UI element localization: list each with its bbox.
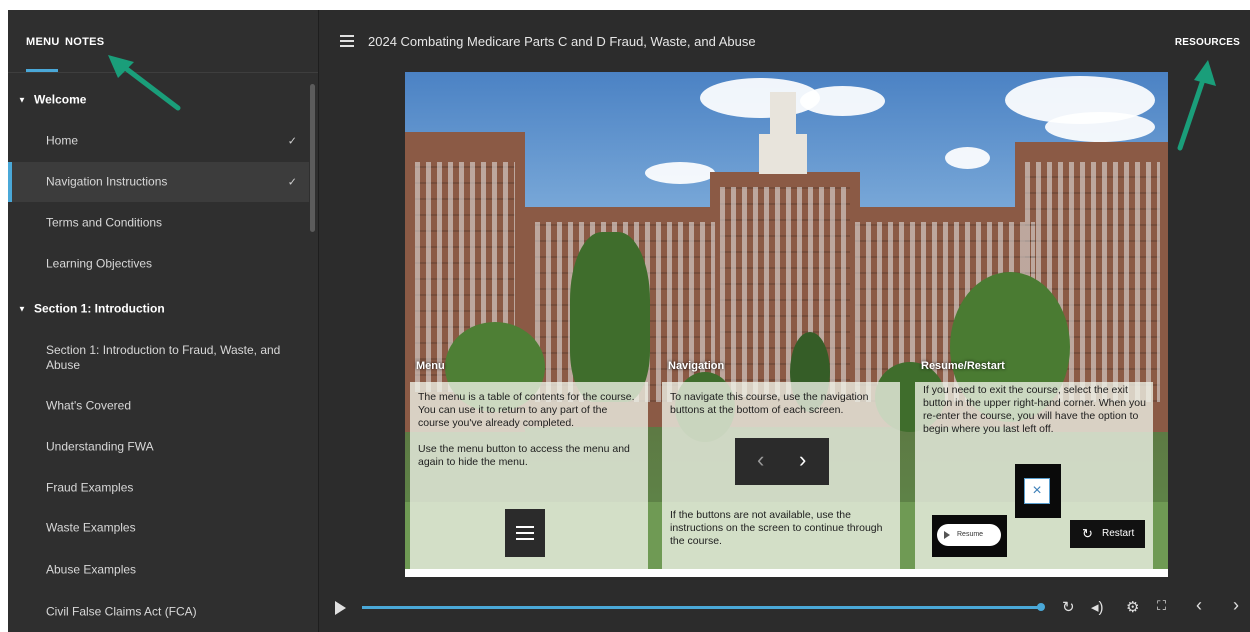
hamburger-menu-icon[interactable] <box>340 35 354 47</box>
menu-item-label: What's Covered <box>46 398 131 413</box>
resume-restart-info-panel: Resume/Restart If you need to exit the c… <box>915 360 1153 569</box>
menu-item-fraud-examples[interactable]: Fraud Examples <box>8 468 309 508</box>
panel-title: Resume/Restart <box>921 360 1005 372</box>
sidebar-scrollbar[interactable] <box>310 84 315 232</box>
menu-item-home[interactable]: Home ✓ <box>8 121 309 161</box>
menu-item-abuse-examples[interactable]: Abuse Examples <box>8 550 309 590</box>
resources-button[interactable]: RESOURCES <box>1175 37 1240 48</box>
menu-item-label: Home <box>46 133 79 148</box>
play-icon <box>944 531 950 539</box>
chevron-right-icon[interactable]: › <box>1233 595 1239 616</box>
restart-icon: ↻ <box>1082 526 1093 541</box>
menu-item-label: Section 1: Introduction to Fraud, Waste,… <box>46 343 281 372</box>
progress-knob[interactable] <box>1037 603 1045 611</box>
menu-item-intro-fwa[interactable]: Section 1: Introduction to Fraud, Waste,… <box>8 338 309 378</box>
resume-label: Resume <box>957 531 984 538</box>
menu-item-learning-objectives[interactable]: Learning Objectives <box>8 244 309 284</box>
panel-text: Use the menu button to access the menu a… <box>418 443 630 468</box>
panel-title: Navigation <box>668 360 725 372</box>
fullscreen-icon[interactable]: ⛶ <box>1157 598 1166 614</box>
exit-button-demo: × <box>1015 464 1061 518</box>
menu-item-waste-examples[interactable]: Waste Examples <box>8 508 309 548</box>
panel-title: Menu <box>416 360 445 372</box>
resume-button-demo: Resume <box>932 515 1007 557</box>
menu-item-label: Waste Examples <box>46 520 136 535</box>
active-item-indicator <box>8 162 12 202</box>
panel-text: If you need to exit the course, select t… <box>923 384 1146 435</box>
menu-item-navigation-instructions[interactable]: Navigation Instructions ✓ <box>8 162 309 202</box>
header: 2024 Combating Medicare Parts C and D Fr… <box>319 10 1250 72</box>
menu-item-label: Civil False Claims Act (FCA) <box>46 604 197 619</box>
menu-item-civil-fca[interactable]: Civil False Claims Act (FCA) <box>8 592 309 632</box>
menu-info-panel: Menu The menu is a table of contents for… <box>410 360 648 569</box>
tab-notes[interactable]: NOTES <box>65 36 104 48</box>
close-icon: × <box>1024 478 1050 504</box>
settings-gear-icon[interactable]: ⚙ <box>1126 598 1139 616</box>
menu-item-label: Understanding FWA <box>46 439 154 454</box>
checkmark-icon: ✓ <box>287 135 297 148</box>
panel-body: If you need to exit the course, select t… <box>915 382 1153 569</box>
panel-body: The menu is a table of contents for the … <box>410 382 648 569</box>
play-icon[interactable] <box>335 601 346 615</box>
resume-pill: Resume <box>937 524 1001 546</box>
course-title: 2024 Combating Medicare Parts C and D Fr… <box>368 34 756 49</box>
replay-icon[interactable]: ↻ <box>1062 598 1075 616</box>
panel-body: To navigate this course, use the navigat… <box>662 382 900 569</box>
menu-item-label: Fraud Examples <box>46 480 134 495</box>
menu-button-demo-icon <box>505 509 545 557</box>
panel-text: To navigate this course, use the navigat… <box>670 391 869 416</box>
annotation-arrow-resources <box>1177 60 1216 151</box>
menu-section-label: Section 1: Introduction <box>34 301 165 316</box>
menu-item-whats-covered[interactable]: What's Covered <box>8 386 309 426</box>
chevron-left-icon[interactable]: ‹ <box>1196 595 1202 616</box>
caret-down-icon: ▼ <box>18 95 26 105</box>
menu-section-introduction[interactable]: ▼ Section 1: Introduction <box>8 289 309 329</box>
menu-item-terms[interactable]: Terms and Conditions <box>8 203 309 243</box>
restart-button-demo: ↻ Restart <box>1070 520 1145 548</box>
menu-item-label: Learning Objectives <box>46 256 153 271</box>
menu-item-understanding-fwa[interactable]: Understanding FWA <box>8 427 309 467</box>
volume-icon[interactable]: ◂) <box>1091 598 1104 616</box>
panel-text: If the buttons are not available, use th… <box>670 509 883 547</box>
course-player: MENU NOTES ▼ Welcome Home ✓ Navigation I… <box>8 10 1250 632</box>
navigation-info-panel: Navigation To navigate this course, use … <box>662 360 900 569</box>
checkmark-icon: ✓ <box>287 176 297 189</box>
menu-item-label: Navigation Instructions <box>46 174 168 189</box>
chevron-left-icon: ‹ <box>757 447 765 472</box>
annotation-arrow-notes <box>108 55 181 111</box>
progress-bar[interactable] <box>362 606 1041 609</box>
menu-item-label: Terms and Conditions <box>46 215 163 230</box>
panel-text: The menu is a table of contents for the … <box>418 391 635 429</box>
nav-buttons-demo: ‹ › <box>735 438 829 485</box>
active-tab-indicator <box>26 69 58 72</box>
player-controls: ↻ ◂) ⚙ ⛶ ‹ › <box>319 590 1250 632</box>
caret-down-icon: ▼ <box>18 304 26 314</box>
chevron-right-icon: › <box>799 447 807 472</box>
slide: Menu The menu is a table of contents for… <box>405 72 1168 577</box>
menu-item-label: Abuse Examples <box>46 562 137 577</box>
restart-label: Restart <box>1102 528 1135 539</box>
tab-menu[interactable]: MENU <box>26 36 60 48</box>
